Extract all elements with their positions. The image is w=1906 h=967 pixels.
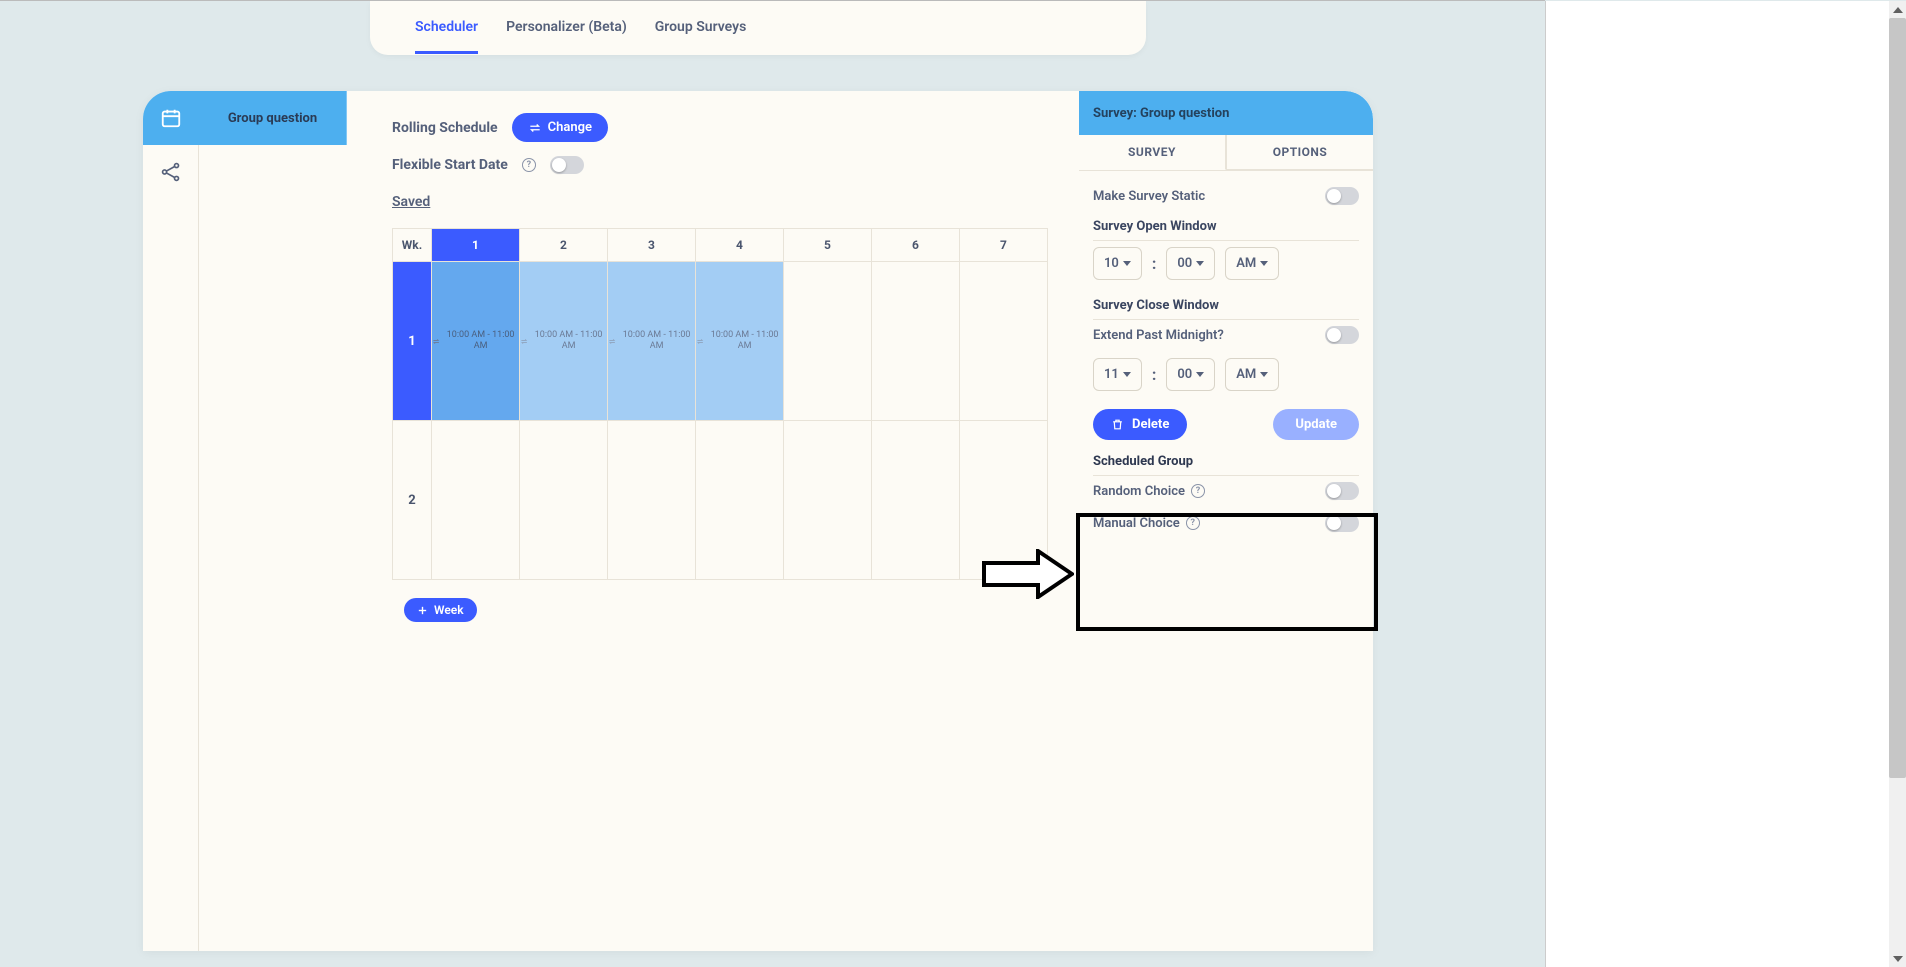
change-button[interactable]: Change xyxy=(512,113,608,142)
delete-button[interactable]: Delete xyxy=(1093,409,1187,440)
flexible-start-label: Flexible Start Date xyxy=(392,157,508,173)
annotation-arrow-icon xyxy=(982,549,1074,599)
wk-header: Wk. xyxy=(393,229,432,262)
schedule-slot[interactable]: 10:00 AM - 11:00 AM xyxy=(608,262,696,421)
scroll-down-button[interactable] xyxy=(1889,950,1906,967)
day-header[interactable]: 1 xyxy=(432,229,520,262)
schedule-slot[interactable] xyxy=(872,262,960,421)
day-header[interactable]: 6 xyxy=(872,229,960,262)
loop-icon xyxy=(608,337,616,346)
schedule-slot[interactable] xyxy=(608,421,696,580)
rolling-schedule-label: Rolling Schedule xyxy=(392,120,498,136)
open-hour-select[interactable]: 10 xyxy=(1093,247,1142,280)
swap-icon xyxy=(528,121,542,135)
random-choice-toggle[interactable] xyxy=(1325,482,1359,500)
loop-icon xyxy=(696,337,704,346)
add-week-button[interactable]: Week xyxy=(404,598,477,622)
right-panel-header: Survey: Group question xyxy=(1079,91,1373,135)
make-static-toggle[interactable] xyxy=(1325,187,1359,205)
day-header[interactable]: 7 xyxy=(960,229,1048,262)
close-window-title: Survey Close Window xyxy=(1093,298,1359,320)
extend-midnight-toggle[interactable] xyxy=(1325,326,1359,344)
manual-choice-toggle[interactable] xyxy=(1325,514,1359,532)
right-tab-options[interactable]: OPTIONS xyxy=(1226,135,1373,170)
close-hour-select[interactable]: 11 xyxy=(1093,358,1142,391)
schedule-slot[interactable] xyxy=(960,262,1048,421)
close-min-select[interactable]: 00 xyxy=(1166,358,1215,391)
schedule-slot[interactable] xyxy=(784,262,872,421)
day-header[interactable]: 3 xyxy=(608,229,696,262)
flexible-start-toggle[interactable] xyxy=(550,156,584,174)
open-min-select[interactable]: 00 xyxy=(1166,247,1215,280)
make-static-label: Make Survey Static xyxy=(1093,189,1205,204)
main-card: Group question Rolling Schedule Change F… xyxy=(143,91,1373,951)
schedule-slot[interactable] xyxy=(872,421,960,580)
sidebar-calendar-icon[interactable] xyxy=(143,91,199,145)
schedule-slot[interactable] xyxy=(696,421,784,580)
chevron-up-icon xyxy=(1893,7,1903,13)
open-window-title: Survey Open Window xyxy=(1093,219,1359,241)
trash-icon xyxy=(1111,418,1124,431)
loop-icon xyxy=(432,337,440,346)
schedule-slot[interactable]: 10:00 AM - 11:00 AM xyxy=(432,262,520,421)
week-row-label: 1 xyxy=(393,262,432,421)
week-row-label: 2 xyxy=(393,421,432,580)
day-header[interactable]: 4 xyxy=(696,229,784,262)
day-header[interactable]: 5 xyxy=(784,229,872,262)
schedule-slot[interactable]: 10:00 AM - 11:00 AM xyxy=(520,262,608,421)
schedule-slot[interactable] xyxy=(520,421,608,580)
update-button[interactable]: Update xyxy=(1273,409,1359,440)
scroll-thumb[interactable] xyxy=(1889,18,1906,778)
tab-personalizer[interactable]: Personalizer (Beta) xyxy=(506,3,627,54)
help-icon[interactable]: ? xyxy=(522,158,536,172)
group-question-tab[interactable]: Group question xyxy=(199,91,347,145)
open-ampm-select[interactable]: AM xyxy=(1225,247,1279,280)
vertical-scrollbar[interactable] xyxy=(1889,1,1906,967)
day-header[interactable]: 2 xyxy=(520,229,608,262)
right-panel: Survey: Group question SURVEY OPTIONS Ma… xyxy=(1079,91,1373,951)
saved-link[interactable]: Saved xyxy=(392,194,430,210)
tab-group-surveys[interactable]: Group Surveys xyxy=(655,3,747,54)
loop-icon xyxy=(520,337,528,346)
help-icon[interactable]: ? xyxy=(1186,516,1200,530)
right-tab-survey[interactable]: SURVEY xyxy=(1079,135,1226,170)
schedule-slot[interactable] xyxy=(432,421,520,580)
left-sidebar xyxy=(143,91,199,951)
help-icon[interactable]: ? xyxy=(1191,484,1205,498)
close-ampm-select[interactable]: AM xyxy=(1225,358,1279,391)
extend-midnight-label: Extend Past Midnight? xyxy=(1093,328,1224,343)
whitespace-region xyxy=(1545,1,1906,967)
plus-icon xyxy=(417,605,428,616)
schedule-table: Wk. 1 2 3 4 5 6 7 1 10:00 AM - 11:00 AM xyxy=(392,228,1048,580)
random-choice-label: Random Choice? xyxy=(1093,484,1205,499)
schedule-slot[interactable]: 10:00 AM - 11:00 AM xyxy=(696,262,784,421)
scheduled-group-title: Scheduled Group xyxy=(1093,454,1359,476)
schedule-slot[interactable] xyxy=(784,421,872,580)
tab-scheduler[interactable]: Scheduler xyxy=(415,3,478,54)
top-tabs-card: Scheduler Personalizer (Beta) Group Surv… xyxy=(370,1,1146,55)
sidebar-graph-icon[interactable] xyxy=(143,145,199,199)
chevron-down-icon xyxy=(1893,956,1903,962)
scroll-up-button[interactable] xyxy=(1889,1,1906,18)
manual-choice-label: Manual Choice? xyxy=(1093,516,1200,531)
